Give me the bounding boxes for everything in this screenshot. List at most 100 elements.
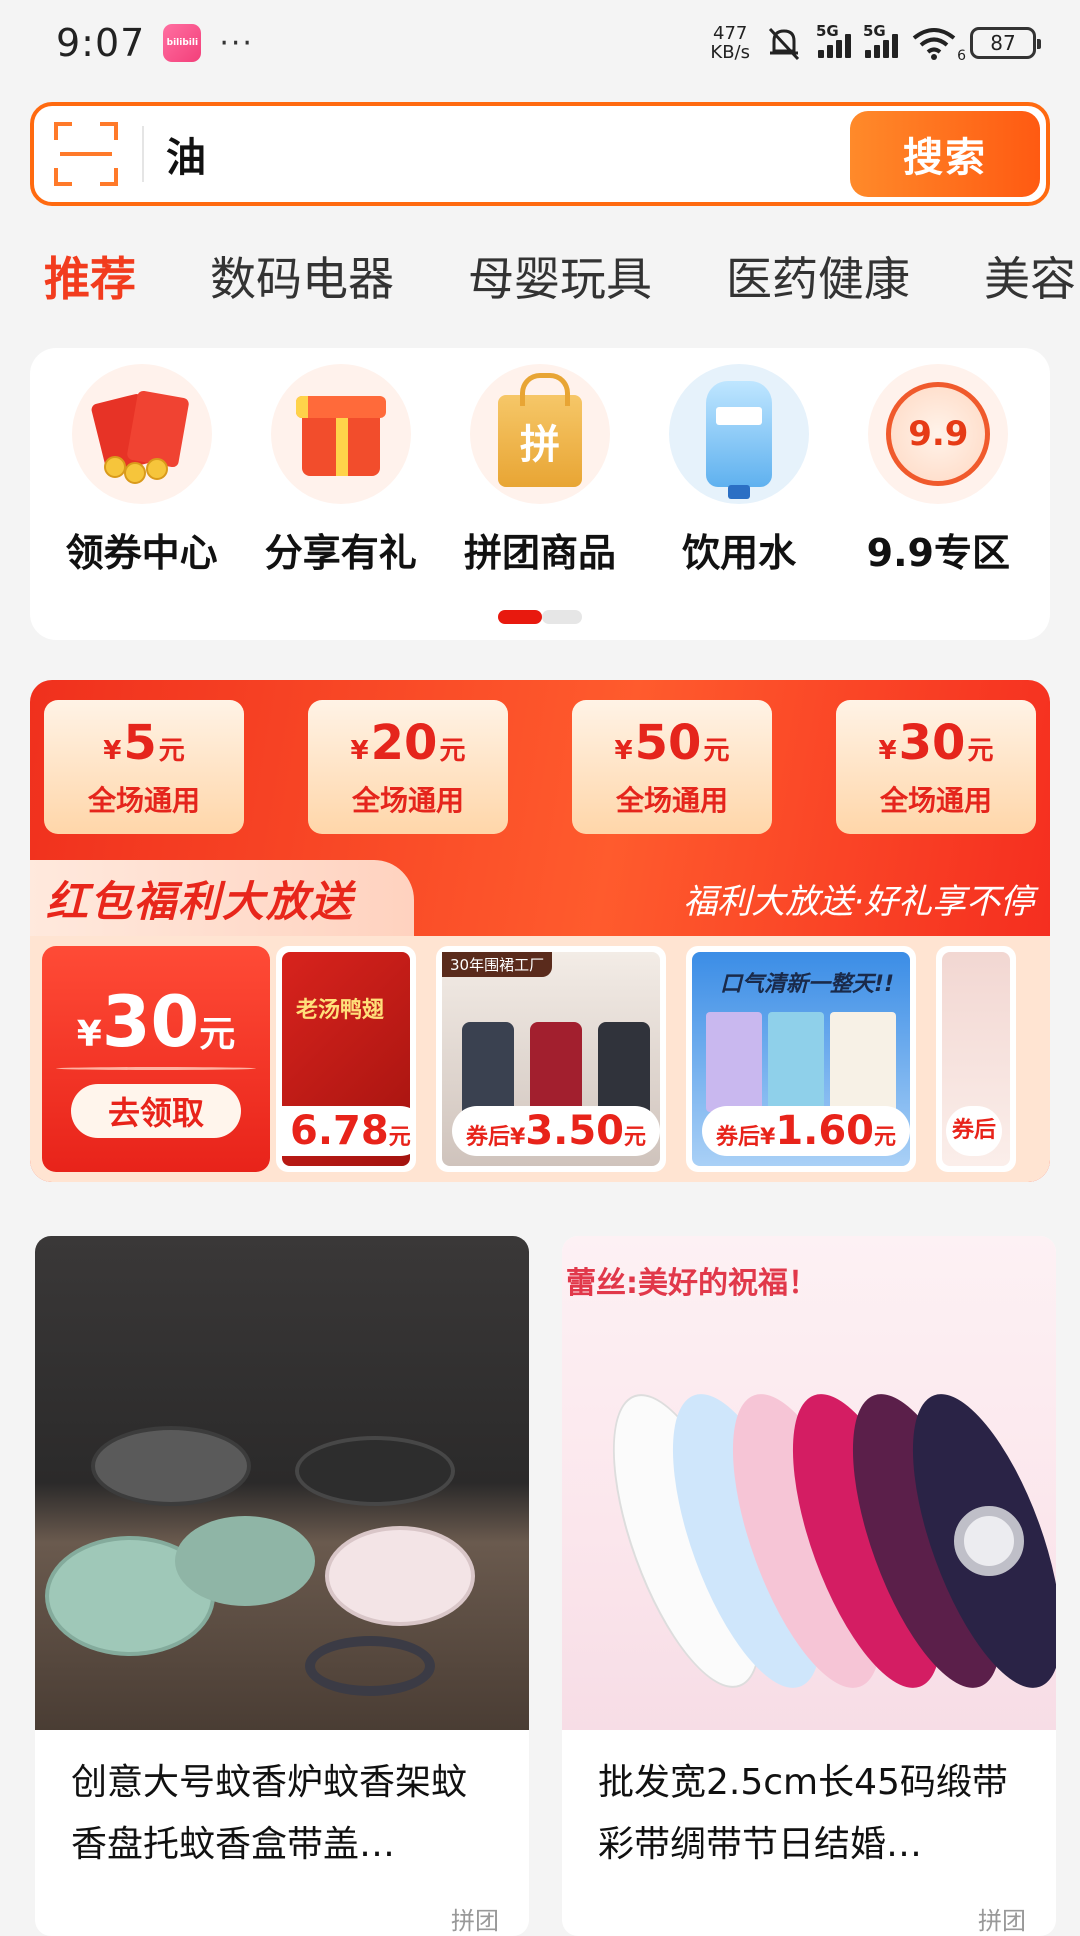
claim-button[interactable]: 去领取	[71, 1083, 241, 1138]
price-value: 6.78	[290, 1108, 389, 1154]
promo-product[interactable]: 30年围裙工厂 券后¥ 3.50 元	[436, 946, 666, 1172]
coupon-currency: ¥	[878, 736, 897, 766]
carousel-pager	[498, 610, 582, 624]
tab-health[interactable]: 医药健康	[726, 243, 910, 309]
price-prefix: 券后	[952, 1118, 997, 1143]
promo-header: 红包福利大放送 福利大放送·好礼享不停	[30, 858, 1050, 938]
product-image-text: 老汤鸭翅	[296, 998, 385, 1023]
coupon-desc: 全场通用	[351, 784, 464, 817]
product-card[interactable]: 蕾丝:美好的祝福！ 批发宽2.5cm长45码缎带彩带绸带节日结婚… 拼团	[562, 1236, 1056, 1936]
coupon-desc: 全场通用	[87, 784, 200, 817]
product-image-banner: 蕾丝:美好的祝福！	[566, 1266, 818, 1301]
more-notifications-icon: ···	[219, 25, 254, 61]
price-unit: 元	[388, 1125, 411, 1150]
clock: 9:07	[56, 21, 146, 65]
tab-baby-toys[interactable]: 母婴玩具	[468, 243, 652, 309]
search-button[interactable]: 搜索	[850, 111, 1040, 197]
scan-icon[interactable]	[54, 122, 118, 186]
shortcut-coupon-center[interactable]: 领券中心	[47, 364, 237, 577]
category-tabs: 推荐 数码电器 母婴玩具 医药健康 美容	[0, 236, 1080, 316]
promo-product[interactable]: 券后	[936, 946, 1016, 1172]
nine-nine-icon: 9.9	[868, 364, 1009, 504]
sim2-label: 5G	[863, 22, 886, 40]
promo-product[interactable]: 口气清新一整天!! 券后¥ 1.60 元	[686, 946, 916, 1172]
coupon-card[interactable]: ¥30 元 全场通用	[836, 700, 1036, 834]
pager-dot	[542, 610, 582, 624]
tab-recommend[interactable]: 推荐	[44, 243, 136, 309]
status-bar: 9:07 bilibili ··· 477 KB/s 5G 5G 6 87	[0, 0, 1080, 86]
coupon-amount: 30	[898, 715, 966, 771]
product-image	[35, 1236, 529, 1730]
sim1-label: 5G	[816, 22, 839, 40]
coupon-amount: 5	[123, 715, 157, 771]
claim-currency: ¥	[76, 1013, 102, 1055]
product-image-text: 30年围裙工厂	[442, 952, 553, 977]
coupon-card[interactable]: ¥5 元 全场通用	[44, 700, 244, 834]
signal-sim1-icon: 5G	[816, 22, 851, 58]
promo-title: 红包福利大放送	[30, 860, 415, 936]
shortcut-nine-nine-zone[interactable]: 9.9 9.9专区	[843, 364, 1033, 577]
coupon-unit: 元	[158, 736, 185, 766]
wifi-label: 6	[957, 48, 966, 64]
product-image-text: 口气清新一整天!!	[720, 972, 895, 997]
net-speed-value: 477	[713, 23, 748, 44]
net-speed-unit: KB/s	[710, 42, 750, 63]
coupon-unit: 元	[703, 736, 730, 766]
claim-card[interactable]: ¥30 元 去领取	[42, 946, 270, 1172]
claim-amount: 30	[101, 980, 200, 1063]
coupon-amount: 20	[370, 715, 438, 771]
price-prefix: 券后¥	[466, 1125, 526, 1150]
search-input[interactable]	[166, 131, 850, 177]
coupon-currency: ¥	[614, 736, 633, 766]
claim-unit: 元	[199, 1013, 236, 1055]
wifi-icon: 6	[912, 26, 966, 64]
price-prefix: 券后¥	[716, 1125, 776, 1150]
promo-slogan: 福利大放送·好礼享不停	[683, 881, 1034, 922]
product-title: 批发宽2.5cm长45码缎带彩带绸带节日结婚…	[598, 1762, 1008, 1865]
gift-icon	[270, 364, 411, 504]
coupon-currency: ¥	[350, 736, 369, 766]
price-unit: 元	[624, 1125, 647, 1150]
shortcut-drinking-water[interactable]: 饮用水	[644, 364, 834, 577]
price-value: 3.50	[525, 1108, 625, 1154]
shortcut-group-buy[interactable]: 拼 拼团商品	[445, 364, 635, 577]
shopping-bag-icon: 拼	[469, 364, 610, 504]
category-shortcuts: 领券中心 分享有礼 拼 拼团商品 饮用水 9.9 9.9专区	[30, 348, 1050, 640]
battery-level: 87	[990, 31, 1016, 55]
shortcut-label: 9.9专区	[866, 531, 1010, 575]
bell-muted-icon	[768, 27, 800, 61]
signal-sim2-icon: 5G	[863, 22, 898, 58]
bilibili-app-icon: bilibili	[163, 24, 202, 62]
red-packet-icon	[71, 364, 212, 504]
network-speed: 477 KB/s	[710, 24, 750, 62]
tab-digital[interactable]: 数码电器	[210, 243, 394, 309]
product-image: 蕾丝:美好的祝福！	[562, 1236, 1056, 1730]
product-tag: 拼团	[978, 1907, 1026, 1935]
price-value: 1.60	[775, 1108, 875, 1154]
red-packet-promo-banner[interactable]: ¥5 元 全场通用 ¥20 元 全场通用 ¥50 元 全场通用 ¥30 元 全场通用 红…	[30, 680, 1050, 1182]
battery-icon: 87	[970, 27, 1041, 59]
coupon-amount: 50	[634, 715, 702, 771]
shortcut-label: 领券中心	[65, 531, 218, 575]
promo-body: ¥30 元 去领取 老汤鸭翅 6.78 元 30年围裙工厂 券后¥ 3.50 元 口气清…	[30, 936, 1050, 1182]
status-right: 477 KB/s 5G 5G 6 87	[710, 22, 1041, 64]
water-bottle-icon	[669, 364, 810, 504]
promo-product[interactable]: 老汤鸭翅 6.78 元	[276, 946, 416, 1172]
coupon-unit: 元	[967, 736, 994, 766]
search-divider	[142, 126, 144, 182]
price-unit: 元	[874, 1125, 897, 1150]
coupon-card[interactable]: ¥50 元 全场通用	[572, 700, 772, 834]
shortcut-label: 分享有礼	[264, 531, 417, 575]
coupon-currency: ¥	[103, 736, 122, 766]
tab-beauty[interactable]: 美容	[984, 243, 1076, 309]
coupon-unit: 元	[439, 736, 466, 766]
coupon-card[interactable]: ¥20 元 全场通用	[308, 700, 508, 834]
shortcut-label: 拼团商品	[463, 531, 616, 575]
product-tag: 拼团	[451, 1907, 499, 1935]
product-card[interactable]: 创意大号蚊香炉蚊香架蚊香盘托蚊香盒带盖… 拼团	[35, 1236, 529, 1936]
coupon-desc: 全场通用	[615, 784, 728, 817]
search-bar: 搜索	[30, 102, 1050, 206]
pager-dot-active	[498, 610, 542, 624]
coupon-desc: 全场通用	[879, 784, 992, 817]
shortcut-share-gift[interactable]: 分享有礼	[246, 364, 436, 577]
